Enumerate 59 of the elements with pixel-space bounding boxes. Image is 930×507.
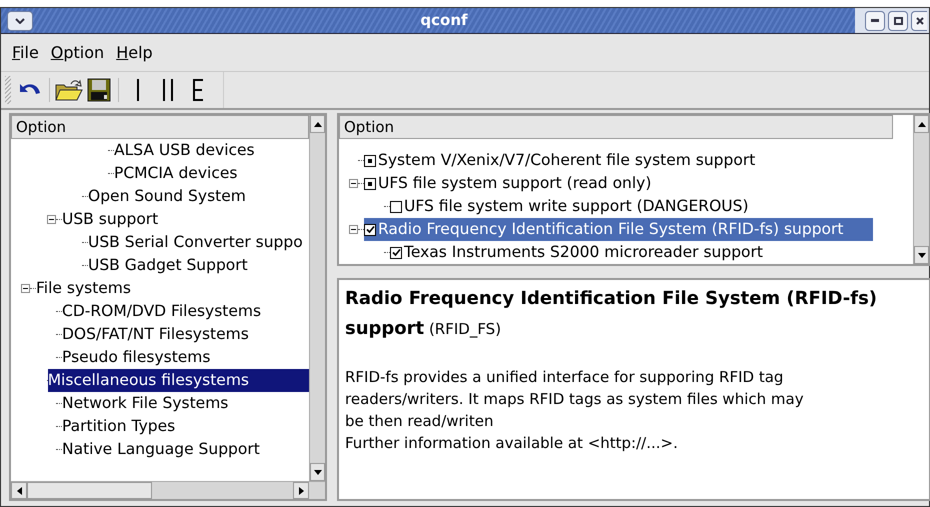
tree-item[interactable]: File systems: [36, 276, 131, 300]
option-label: Radio Frequency Identification File System (RFID-fs) support: [378, 218, 844, 240]
collapse-icon[interactable]: [349, 225, 358, 234]
tree-item[interactable]: PCMCIA devices: [114, 162, 238, 186]
toolbar-grip[interactable]: [5, 76, 11, 104]
tree-item[interactable]: Pseudo filesystems: [62, 346, 210, 370]
scroll-down-button[interactable]: [914, 246, 929, 264]
minimize-button[interactable]: [865, 10, 885, 30]
maximize-button[interactable]: [888, 10, 908, 30]
collapse-icon[interactable]: [349, 179, 358, 188]
tree-item[interactable]: Native Language Support: [62, 438, 260, 462]
help-text: RFID-fs provides a unified interface for supporing RFID tag: [345, 367, 784, 388]
down-arrow-icon: [314, 470, 322, 474]
down-arrow-icon: [918, 252, 926, 258]
help-text: be then read/writen: [345, 411, 494, 432]
up-arrow-icon: [918, 122, 926, 126]
help-text: Further information available at <http://...>.: [345, 433, 679, 454]
menu-item[interactable]: File: [11, 40, 40, 64]
tree-item[interactable]: DOS/FAT/NT Filesystems: [62, 322, 249, 346]
window-menu-button[interactable]: [7, 10, 33, 30]
window-title: qconf: [419, 10, 469, 32]
tree-item[interactable]: Network File Systems: [62, 392, 228, 416]
tree-item[interactable]: USB Serial Converter suppo: [88, 230, 303, 254]
tree-item[interactable]: Open Sound System: [88, 184, 246, 208]
collapse-icon[interactable]: [21, 284, 30, 293]
tree-item[interactable]: CD-ROM/DVD Filesystems: [62, 300, 262, 324]
chevron-down-icon: [15, 18, 25, 24]
tree-item[interactable]: ALSA USB devices: [114, 138, 255, 162]
tree-item[interactable]: Miscellaneous filesystems: [48, 368, 309, 392]
option-row[interactable]: Radio Frequency Identification File System (RFID-fs) support: [364, 218, 874, 242]
checkbox[interactable]: [364, 154, 376, 166]
column-header[interactable]: Option: [339, 115, 893, 139]
scroll-up-button[interactable]: [310, 115, 325, 133]
help-heading: Radio Frequency Identification File System (RFID-fs) support (RFID_FS): [345, 287, 878, 341]
single-line-icon: [136, 79, 140, 101]
menu-item[interactable]: Help: [115, 40, 154, 64]
tree-item[interactable]: USB support: [62, 208, 158, 232]
column-header[interactable]: Option: [11, 115, 309, 139]
scroll-left-button[interactable]: [11, 482, 27, 499]
collapse-icon[interactable]: [47, 215, 56, 224]
checkbox[interactable]: [390, 200, 402, 212]
tree-item[interactable]: USB Gadget Support: [88, 254, 248, 278]
up-arrow-icon: [314, 122, 322, 126]
undo-arrow-icon: [20, 84, 40, 96]
tree-lines-icon: [192, 79, 204, 101]
close-icon: [916, 16, 924, 24]
folder-icon: [55, 79, 83, 101]
tree-item[interactable]: Partition Types: [62, 414, 176, 438]
checkbox[interactable]: [364, 178, 376, 190]
menu-item[interactable]: Option: [50, 40, 106, 64]
left-arrow-icon: [16, 486, 22, 494]
double-line-icon: [162, 79, 174, 101]
scroll-right-button[interactable]: [293, 482, 309, 499]
right-arrow-icon: [298, 486, 304, 494]
close-button[interactable]: [911, 10, 927, 30]
scroll-up-button[interactable]: [914, 115, 929, 133]
scroll-thumb[interactable]: [27, 482, 152, 499]
help-text: readers/writers. It maps RFID tags as system files which may: [345, 389, 805, 410]
scroll-down-button[interactable]: [310, 463, 325, 481]
